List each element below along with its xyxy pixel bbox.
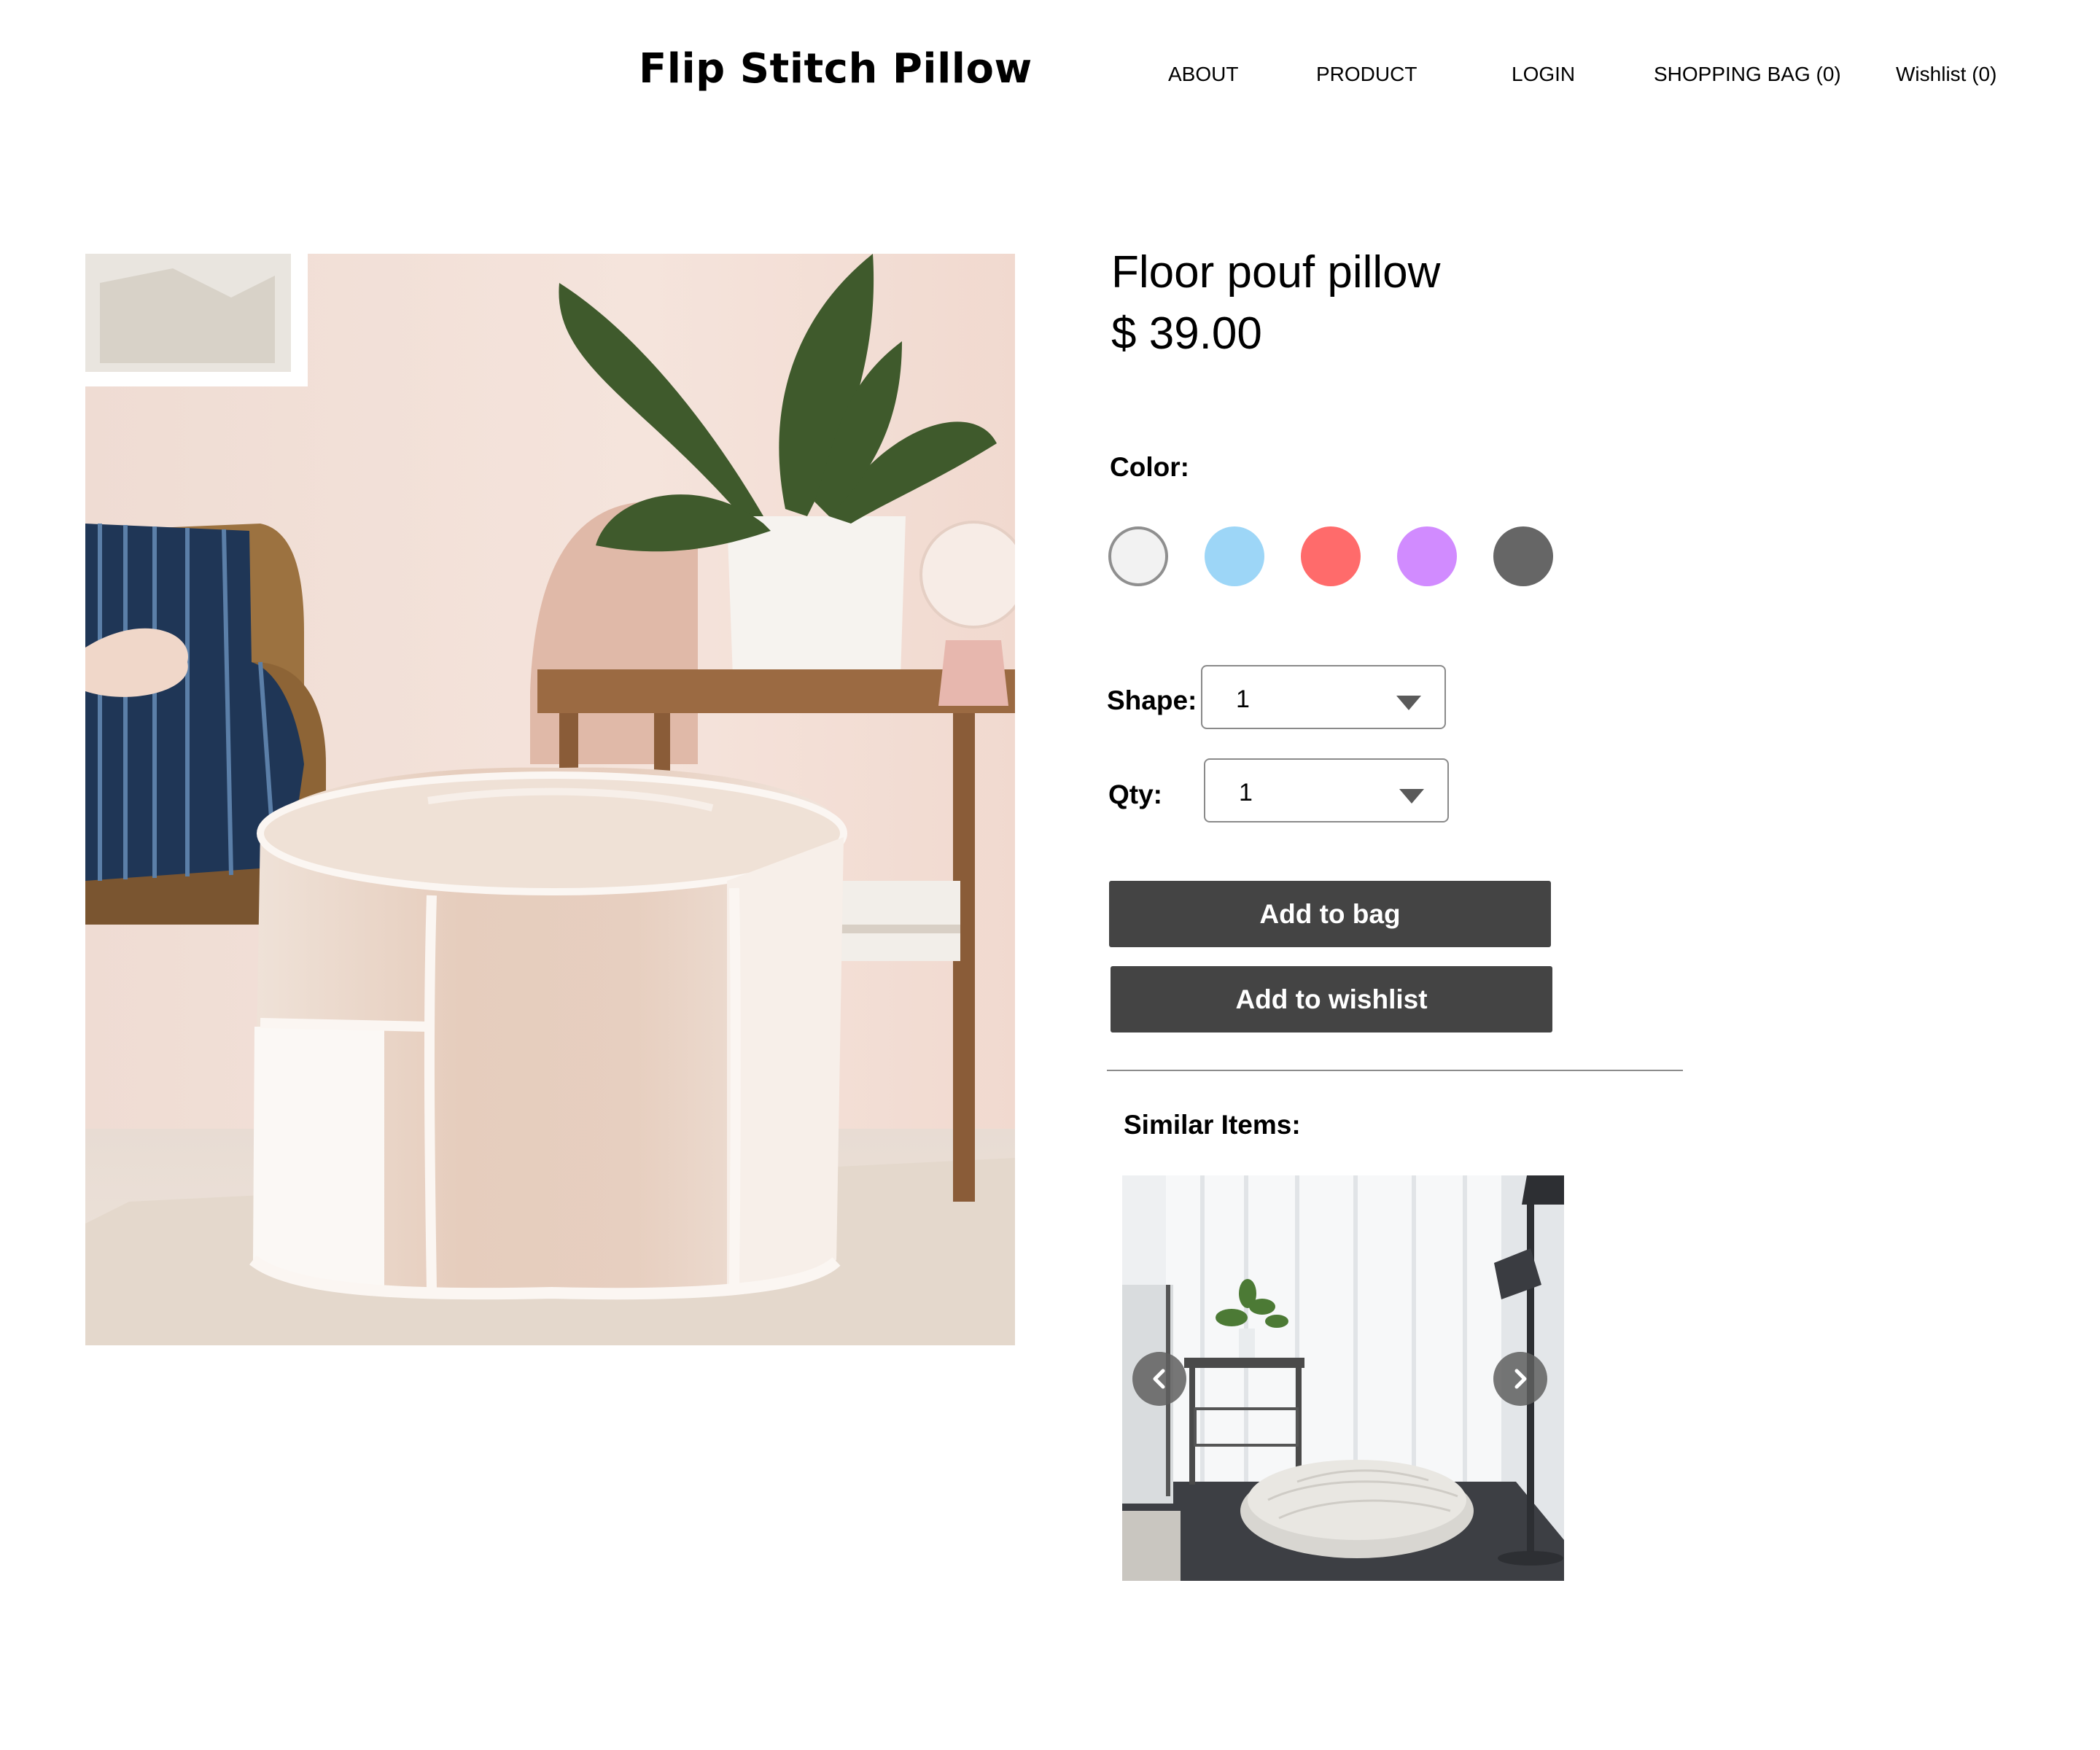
- carousel-next-button[interactable]: [1493, 1352, 1547, 1406]
- chevron-down-icon: [1399, 789, 1424, 804]
- qty-select[interactable]: 1: [1204, 758, 1449, 822]
- divider: [1107, 1070, 1683, 1071]
- brand-logo[interactable]: Flip Stitch Pillow: [639, 45, 1032, 93]
- color-swatch-red[interactable]: [1301, 526, 1361, 586]
- chevron-right-icon: [1514, 1369, 1527, 1389]
- nav-shopping-bag[interactable]: SHOPPING BAG (0): [1654, 63, 1841, 86]
- product-price: $ 39.00: [1111, 308, 1262, 359]
- add-to-wishlist-button[interactable]: Add to wishlist: [1111, 966, 1552, 1032]
- shape-select[interactable]: 1: [1201, 665, 1446, 729]
- nav-wishlist[interactable]: Wishlist (0): [1896, 63, 1996, 86]
- product-page: Flip Stitch Pillow ABOUT PRODUCT LOGIN S…: [0, 0, 2100, 1750]
- qty-select-value: 1: [1239, 779, 1253, 806]
- color-swatch-gray[interactable]: [1493, 526, 1553, 586]
- chevron-down-icon: [1396, 696, 1421, 710]
- color-swatch-purple[interactable]: [1397, 526, 1457, 586]
- shape-select-value: 1: [1236, 685, 1250, 713]
- nav-product[interactable]: PRODUCT: [1316, 63, 1417, 86]
- nav-about[interactable]: ABOUT: [1168, 63, 1238, 86]
- product-image: [85, 254, 1015, 1345]
- product-title: Floor pouf pillow: [1111, 247, 1441, 298]
- color-swatch-blue[interactable]: [1205, 526, 1264, 586]
- carousel-prev-button[interactable]: [1132, 1352, 1186, 1406]
- add-to-bag-button[interactable]: Add to bag: [1109, 881, 1551, 947]
- color-swatch-white[interactable]: [1108, 526, 1168, 586]
- color-label: Color:: [1110, 452, 1189, 482]
- chevron-left-icon: [1153, 1369, 1165, 1389]
- qty-label: Qty:: [1108, 779, 1162, 809]
- shape-label: Shape:: [1107, 685, 1197, 715]
- similar-items-label: Similar Items:: [1124, 1110, 1301, 1140]
- nav-login[interactable]: LOGIN: [1512, 63, 1575, 86]
